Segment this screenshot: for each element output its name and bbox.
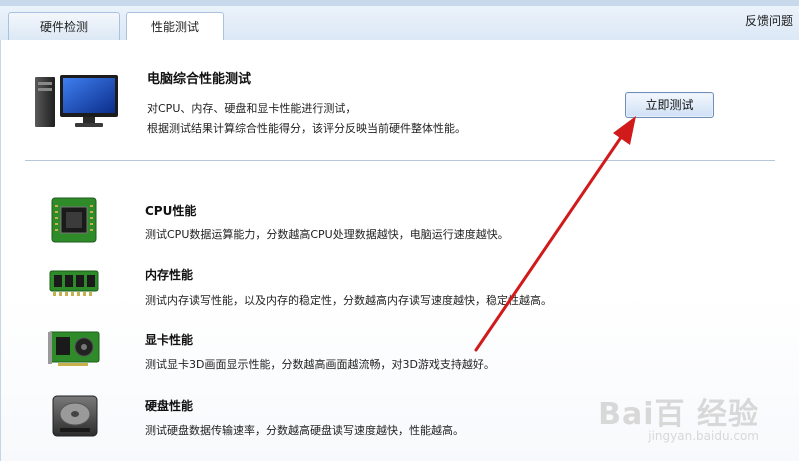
watermark-main-text: Bai百 经验 <box>598 397 759 432</box>
window-top-strip <box>0 0 799 6</box>
memory-module-icon <box>49 270 99 296</box>
start-test-button[interactable]: 立即测试 <box>625 92 714 118</box>
cpu-performance-desc: 测试CPU数据运算能力，分数越高CPU处理数据越快，电脑运行速度越快。 <box>145 228 509 241</box>
hero-description-line2: 根据测试结果计算综合性能得分，该评分反映当前硬件整体性能。 <box>147 122 466 135</box>
graphics-performance-title: 显卡性能 <box>145 333 194 347</box>
desktop-computer-icon <box>35 75 118 127</box>
feedback-link[interactable]: 反馈问题 <box>745 12 793 29</box>
tab-performance-test[interactable]: 性能测试 <box>126 12 224 41</box>
baidu-jingyan-watermark: Bai百 经验 jingyan.baidu.com <box>598 389 759 443</box>
disk-performance-title: 硬盘性能 <box>145 399 194 413</box>
disk-performance-desc: 测试硬盘数据传输速率，分数越高硬盘读写速度越快，性能越高。 <box>145 424 464 437</box>
section-divider <box>25 160 775 161</box>
cpu-chip-icon <box>51 197 97 243</box>
hero-description-line1: 对CPU、内存、硬盘和显卡性能进行测试， <box>147 102 357 115</box>
hero-title: 电脑综合性能测试 <box>147 72 252 87</box>
graphics-card-icon <box>48 331 100 366</box>
hard-disk-icon <box>52 395 98 437</box>
tab-hardware-detect[interactable]: 硬件检测 <box>8 12 120 40</box>
title-tab-bar: 硬件检测 性能测试 反馈问题 <box>0 0 799 41</box>
memory-performance-desc: 测试内存读写性能，以及内存的稳定性，分数越高内存读写速度越快，稳定性越高。 <box>145 294 552 307</box>
memory-performance-title: 内存性能 <box>145 268 194 282</box>
graphics-performance-desc: 测试显卡3D画面显示性能，分数越高画面越流畅，对3D游戏支持越好。 <box>145 358 495 371</box>
cpu-performance-title: CPU性能 <box>145 204 197 218</box>
